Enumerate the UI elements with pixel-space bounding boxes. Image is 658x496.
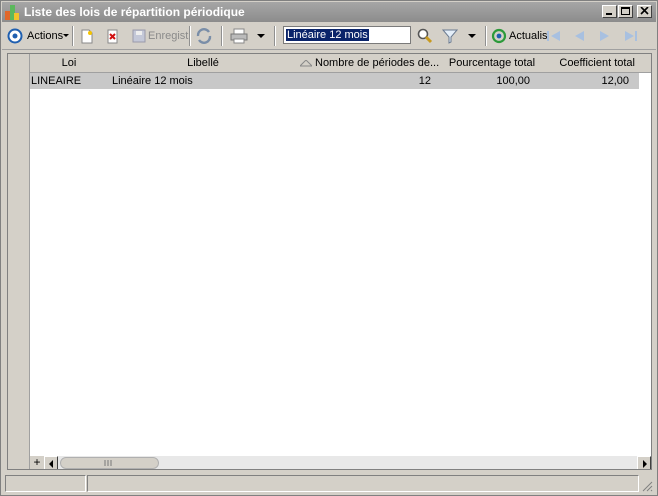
- minimize-button[interactable]: [602, 5, 617, 18]
- search-input[interactable]: Linéaire 12 mois: [283, 26, 411, 44]
- filter-icon: [442, 29, 458, 44]
- close-button[interactable]: [637, 5, 652, 18]
- column-header-nombre-label: Nombre de périodes de...: [315, 57, 440, 69]
- row-selector-column: [8, 54, 30, 469]
- sync-icon: [196, 28, 212, 44]
- save-button[interactable]: Enregist: [131, 26, 188, 46]
- new-button[interactable]: [80, 26, 94, 46]
- save-icon: [132, 29, 146, 43]
- actions-button[interactable]: Actions: [7, 26, 70, 46]
- separator: [274, 26, 276, 46]
- first-record-button[interactable]: [546, 26, 562, 46]
- refresh-icon: [491, 28, 507, 44]
- sync-button[interactable]: [195, 26, 213, 46]
- refresh-label: Actualis: [509, 30, 548, 42]
- table-row[interactable]: LINEAIRE Linéaire 12 mois 12 100,00 12,0…: [30, 73, 639, 89]
- cell-nombre: 12: [418, 75, 431, 87]
- status-panel: [87, 475, 639, 492]
- main-window: Liste des lois de répartition périodique…: [0, 0, 658, 496]
- delete-icon: [107, 29, 118, 43]
- grip-icon: [104, 460, 112, 466]
- cell-coefficient: 12,00: [601, 75, 629, 87]
- search-icon: [417, 28, 433, 44]
- separator: [485, 26, 487, 46]
- arrow-right-icon: [643, 460, 647, 468]
- previous-record-button[interactable]: [572, 26, 586, 46]
- search-button[interactable]: [416, 26, 434, 46]
- app-icon: [5, 5, 19, 20]
- column-header-libelle[interactable]: Libellé: [108, 54, 298, 72]
- title-bar: Liste des lois de répartition périodique: [2, 2, 656, 22]
- chevron-down-icon: [63, 34, 70, 37]
- column-header-coefficient[interactable]: Coefficient total: [543, 54, 635, 72]
- next-icon: [600, 31, 609, 41]
- scrollbar-thumb[interactable]: [60, 457, 159, 469]
- separator: [189, 26, 191, 46]
- sort-ascending-icon: [298, 58, 314, 67]
- last-record-button[interactable]: [623, 26, 639, 46]
- actions-icon: [7, 28, 23, 44]
- grid-header: Loi Libellé Nombre de périodes de... Pou…: [8, 54, 651, 73]
- refresh-button[interactable]: Actualis: [491, 26, 548, 46]
- maximize-button[interactable]: [618, 5, 633, 18]
- separator: [221, 26, 223, 46]
- chevron-down-icon: [257, 33, 265, 38]
- arrow-left-icon: [49, 460, 53, 468]
- next-record-button[interactable]: [598, 26, 612, 46]
- cell-libelle: Linéaire 12 mois: [112, 75, 193, 87]
- cell-loi: LINEAIRE: [31, 75, 82, 87]
- horizontal-scrollbar[interactable]: [30, 456, 651, 469]
- expand-button[interactable]: +: [30, 456, 44, 469]
- resize-grip-icon[interactable]: [641, 480, 653, 492]
- separator: [72, 26, 74, 46]
- new-document-icon: [81, 29, 93, 43]
- delete-button[interactable]: [106, 26, 120, 46]
- window-title: Liste des lois de répartition périodique: [24, 5, 245, 19]
- last-icon: [625, 31, 637, 41]
- printer-icon: [230, 28, 248, 44]
- scroll-left-button[interactable]: [44, 456, 58, 469]
- print-button[interactable]: [229, 26, 265, 46]
- save-label: Enregist: [148, 30, 189, 42]
- filter-button[interactable]: [442, 26, 476, 46]
- previous-icon: [575, 31, 584, 41]
- column-header-nombre[interactable]: Nombre de périodes de...: [298, 54, 441, 72]
- data-grid[interactable]: Loi Libellé Nombre de périodes de... Pou…: [7, 53, 652, 470]
- chevron-down-icon: [468, 33, 476, 38]
- first-icon: [547, 31, 560, 41]
- actions-label: Actions: [27, 30, 64, 42]
- status-bar: [5, 475, 655, 493]
- column-header-pourcentage[interactable]: Pourcentage total: [441, 54, 543, 72]
- status-panel: [5, 475, 86, 492]
- cell-pourcentage: 100,00: [496, 75, 530, 87]
- column-header-loi[interactable]: Loi: [30, 54, 108, 72]
- scroll-right-button[interactable]: [637, 456, 651, 469]
- search-input-value: Linéaire 12 mois: [286, 29, 369, 41]
